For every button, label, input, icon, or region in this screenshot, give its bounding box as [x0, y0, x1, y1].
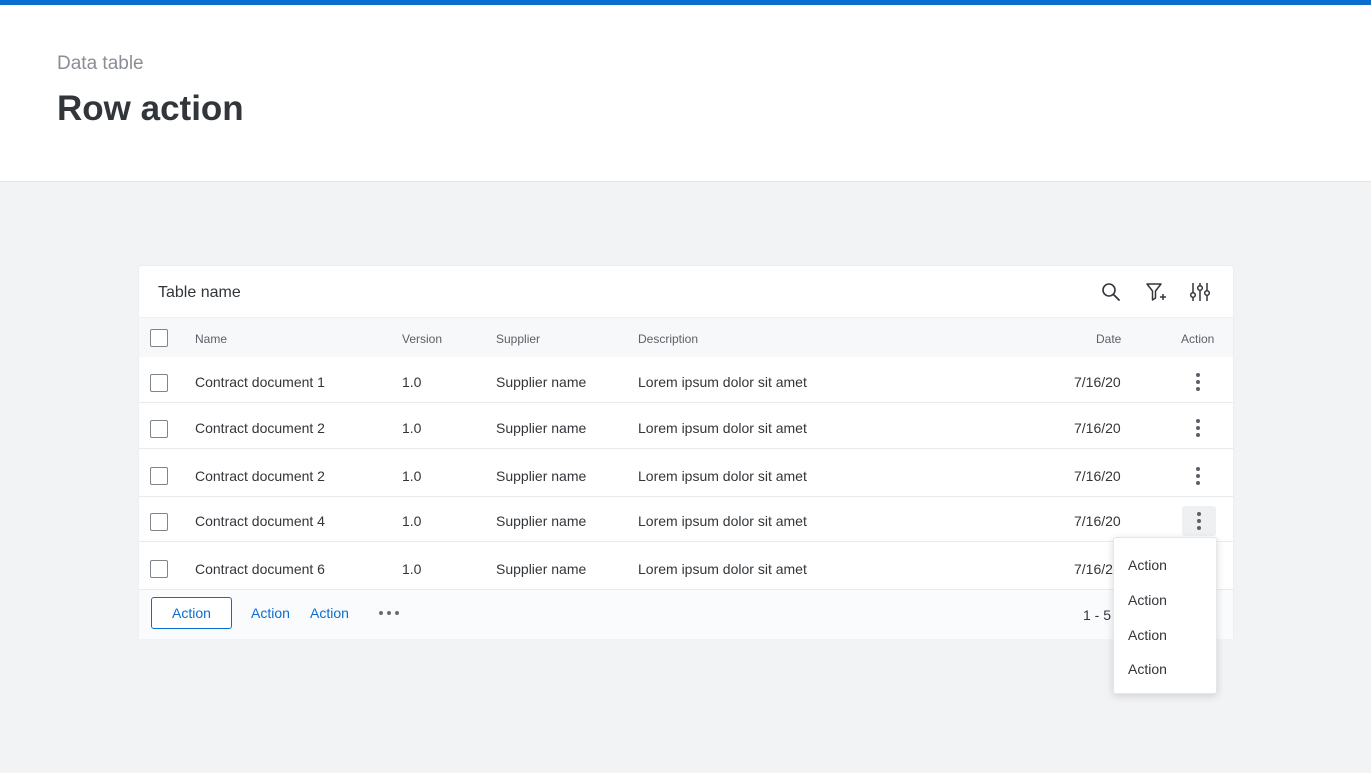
column-header-action: Action: [1181, 332, 1215, 346]
menu-item-action[interactable]: Action: [1128, 592, 1167, 608]
row-action-menu-icon[interactable]: [1181, 367, 1215, 397]
row-checkbox[interactable]: [150, 467, 168, 485]
more-horizontal-icon[interactable]: [377, 608, 401, 618]
cell-date: 7/16/2: [1074, 561, 1113, 577]
cell-description: Lorem ipsum dolor sit amet: [638, 513, 807, 529]
row-checkbox[interactable]: [150, 374, 168, 392]
menu-item-action[interactable]: Action: [1128, 661, 1167, 677]
menu-item-action[interactable]: Action: [1128, 557, 1167, 573]
pagination-status: 1 - 5: [1083, 607, 1112, 623]
primary-action-button[interactable]: Action: [151, 597, 232, 629]
table-row[interactable]: Contract document 2 1.0 Supplier name Lo…: [139, 449, 1233, 497]
cell-version: 1.0: [402, 374, 422, 390]
cell-name: Contract document 2: [195, 468, 325, 484]
page-title: Row action: [57, 89, 244, 128]
cell-supplier: Supplier name: [496, 468, 587, 484]
table-name: Table name: [158, 284, 241, 301]
cell-supplier: Supplier name: [496, 513, 587, 529]
row-checkbox[interactable]: [150, 560, 168, 578]
table-row[interactable]: Contract document 1 1.0 Supplier name Lo…: [139, 357, 1233, 403]
settings-sliders-icon[interactable]: [1189, 281, 1211, 303]
cell-version: 1.0: [402, 513, 422, 529]
cell-version: 1.0: [402, 420, 422, 436]
table-row[interactable]: Contract document 4 1.0 Supplier name Lo…: [139, 497, 1233, 542]
cell-name: Contract document 4: [195, 513, 325, 529]
cell-supplier: Supplier name: [496, 374, 587, 390]
action-button-3[interactable]: Action: [310, 605, 349, 621]
cell-date: 7/16/20: [1074, 468, 1121, 484]
column-header-description[interactable]: Description: [638, 332, 698, 346]
cell-date: 7/16/20: [1074, 513, 1121, 529]
cell-description: Lorem ipsum dolor sit amet: [638, 561, 807, 577]
cell-name: Contract document 6: [195, 561, 325, 577]
row-action-menu-icon[interactable]: [1182, 506, 1216, 536]
select-all-checkbox[interactable]: [150, 329, 168, 347]
row-checkbox[interactable]: [150, 420, 168, 438]
row-action-menu-icon[interactable]: [1181, 461, 1215, 491]
cell-name: Contract document 1: [195, 374, 325, 390]
row-action-dropdown: Action Action Action Action: [1113, 537, 1217, 694]
table-footer: Action Action Action 1 - 5: [139, 589, 1233, 639]
cell-date: 7/16/20: [1074, 374, 1121, 390]
filter-add-icon[interactable]: [1145, 281, 1167, 303]
column-header-supplier[interactable]: Supplier: [496, 332, 540, 346]
column-header-name[interactable]: Name: [195, 332, 227, 346]
cell-description: Lorem ipsum dolor sit amet: [638, 420, 807, 436]
table-row[interactable]: Contract document 2 1.0 Supplier name Lo…: [139, 403, 1233, 449]
page-subtitle: Data table: [57, 53, 144, 74]
page-header: Data table Row action: [0, 5, 1371, 182]
menu-item-action[interactable]: Action: [1128, 627, 1167, 643]
row-action-menu-icon[interactable]: [1181, 413, 1215, 443]
cell-date: 7/16/20: [1074, 420, 1121, 436]
data-table-card: Table name Name Version Supplier Descrip…: [138, 265, 1234, 639]
table-toolbar: Table name: [139, 266, 1233, 317]
cell-description: Lorem ipsum dolor sit amet: [638, 468, 807, 484]
cell-description: Lorem ipsum dolor sit amet: [638, 374, 807, 390]
column-header-date[interactable]: Date: [1096, 332, 1121, 346]
search-icon[interactable]: [1100, 281, 1122, 303]
cell-version: 1.0: [402, 468, 422, 484]
table-header-row: Name Version Supplier Description Date A…: [139, 317, 1233, 357]
cell-supplier: Supplier name: [496, 561, 587, 577]
column-header-version[interactable]: Version: [402, 332, 442, 346]
cell-name: Contract document 2: [195, 420, 325, 436]
row-checkbox[interactable]: [150, 513, 168, 531]
cell-supplier: Supplier name: [496, 420, 587, 436]
cell-version: 1.0: [402, 561, 422, 577]
table-row[interactable]: Contract document 6 1.0 Supplier name Lo…: [139, 542, 1233, 589]
action-button-2[interactable]: Action: [251, 605, 290, 621]
